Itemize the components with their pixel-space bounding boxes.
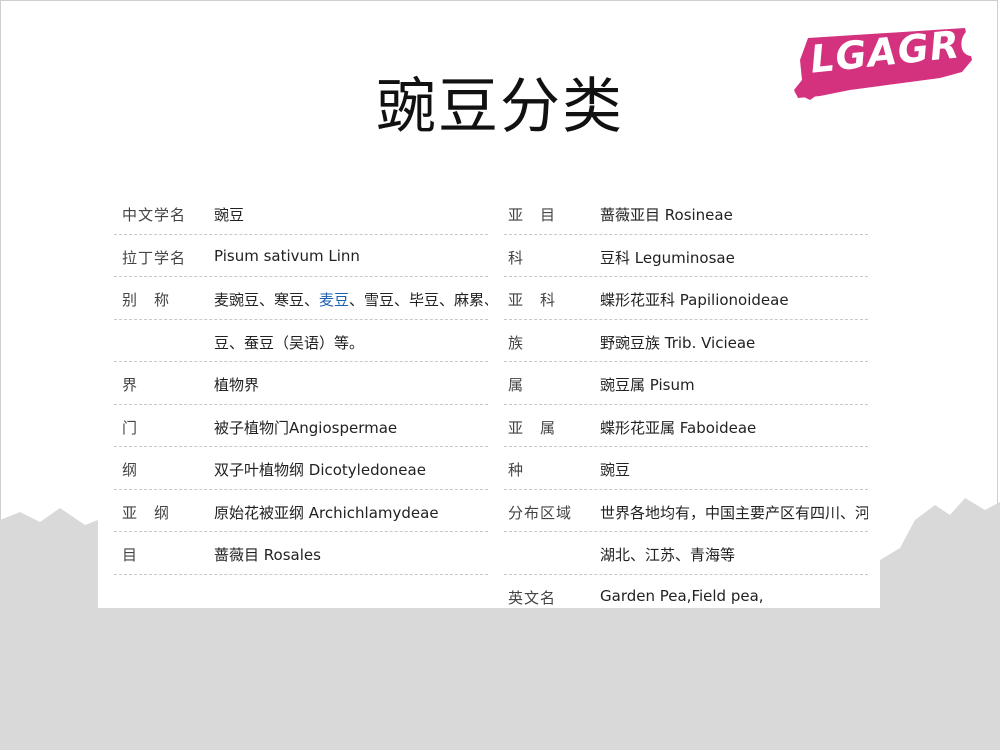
row-value: 蝶形花亚属 Faboideae — [600, 418, 757, 437]
row-label: 亚 目 — [508, 206, 557, 224]
table-row: 英文名 Garden Pea,Field pea, — [504, 575, 868, 617]
page-title: 豌豆分类 — [376, 72, 624, 142]
table-row: 属 豌豆属 Pisum — [504, 362, 868, 405]
row-label: 科 — [508, 248, 525, 267]
table-row: 亚 科 蝶形花亚科 Papilionoideae — [504, 277, 868, 320]
table-row: 拉丁学名 Pisum sativum Linn — [114, 235, 488, 277]
table-row: 湖北、江苏、青海等 — [504, 532, 868, 575]
row-label: 亚 科 — [508, 291, 557, 309]
table-row: 豆、蚕豆（吴语）等。 — [114, 320, 488, 362]
row-label: 属 — [508, 376, 525, 394]
row-label: 门 — [122, 418, 139, 437]
row-value: 豆、蚕豆（吴语）等。 — [214, 333, 365, 352]
row-value: 蔷薇目 Rosales — [214, 546, 321, 564]
row-label: 分布区域 — [508, 503, 573, 522]
table-row: 族 野豌豆族 Trib. Vicieae — [504, 320, 868, 362]
row-value: 双子叶植物纲 Dicotyledoneae — [214, 461, 426, 479]
table-row: 目 蔷薇目 Rosales — [114, 532, 488, 575]
row-value: Garden Pea,Field pea, — [600, 586, 764, 605]
table-row: 门 被子植物门Angiospermae — [114, 405, 488, 447]
table-row: 分布区域 世界各地均有，中国主要产区有四川、河南、 — [504, 490, 868, 532]
table-row: 种 豌豆 — [504, 447, 868, 490]
alias-text: 、雪豆、毕豆、麻累、国 — [349, 291, 488, 309]
table-row: 别 称 麦豌豆、寒豆、麦豆、雪豆、毕豆、麻累、国 — [114, 277, 488, 320]
row-label: 别 称 — [122, 291, 171, 309]
row-value: 被子植物门Angiospermae — [214, 418, 398, 437]
classification-table: 中文学名 豌豆 拉丁学名 Pisum sativum Linn 别 称 麦豌豆、… — [98, 192, 880, 608]
row-value: 野豌豆族 Trib. Vicieae — [600, 333, 756, 352]
table-row: 中文学名 豌豆 — [114, 192, 488, 235]
alias-text: 麦豌豆、寒豆、 — [214, 291, 320, 309]
row-value: 世界各地均有，中国主要产区有四川、河南、 — [600, 503, 868, 522]
row-value: 湖北、江苏、青海等 — [600, 546, 736, 564]
right-column: 亚 目 蔷薇亚目 Rosineae 科 豆科 Leguminosae 亚 科 蝶… — [504, 192, 868, 616]
table-row — [114, 575, 488, 617]
table-row: 科 豆科 Leguminosae — [504, 235, 868, 277]
row-label: 拉丁学名 — [122, 248, 187, 267]
row-value: 原始花被亚纲 Archichlamydeae — [214, 503, 439, 522]
row-value: 豆科 Leguminosae — [600, 248, 735, 267]
left-column: 中文学名 豌豆 拉丁学名 Pisum sativum Linn 别 称 麦豌豆、… — [114, 192, 488, 616]
alias-link[interactable]: 麦豆 — [319, 291, 349, 309]
row-value: 豌豆属 Pisum — [600, 376, 695, 394]
row-label: 英文名 — [508, 588, 557, 607]
row-label: 族 — [508, 333, 525, 352]
row-label: 中文学名 — [122, 206, 187, 224]
row-label: 界 — [122, 376, 139, 394]
row-label: 亚 纲 — [122, 503, 171, 522]
table-row: 亚 属 蝶形花亚属 Faboideae — [504, 405, 868, 447]
row-label: 纲 — [122, 461, 139, 479]
row-value: 豌豆 — [600, 461, 631, 479]
row-value: 蔷薇亚目 Rosineae — [600, 206, 733, 224]
row-label: 亚 属 — [508, 418, 557, 437]
table-row: 纲 双子叶植物纲 Dicotyledoneae — [114, 447, 488, 490]
row-value: 植物界 — [214, 376, 260, 394]
row-label: 目 — [122, 546, 139, 564]
row-value: Pisum sativum Linn — [214, 246, 360, 265]
row-value: 麦豌豆、寒豆、麦豆、雪豆、毕豆、麻累、国 — [214, 289, 488, 310]
table-row: 界 植物界 — [114, 362, 488, 405]
row-value: 豌豆 — [214, 206, 245, 224]
table-row: 亚 目 蔷薇亚目 Rosineae — [504, 192, 868, 235]
row-label: 种 — [508, 461, 525, 479]
row-value: 蝶形花亚科 Papilionoideae — [600, 291, 789, 309]
table-row: 亚 纲 原始花被亚纲 Archichlamydeae — [114, 490, 488, 532]
